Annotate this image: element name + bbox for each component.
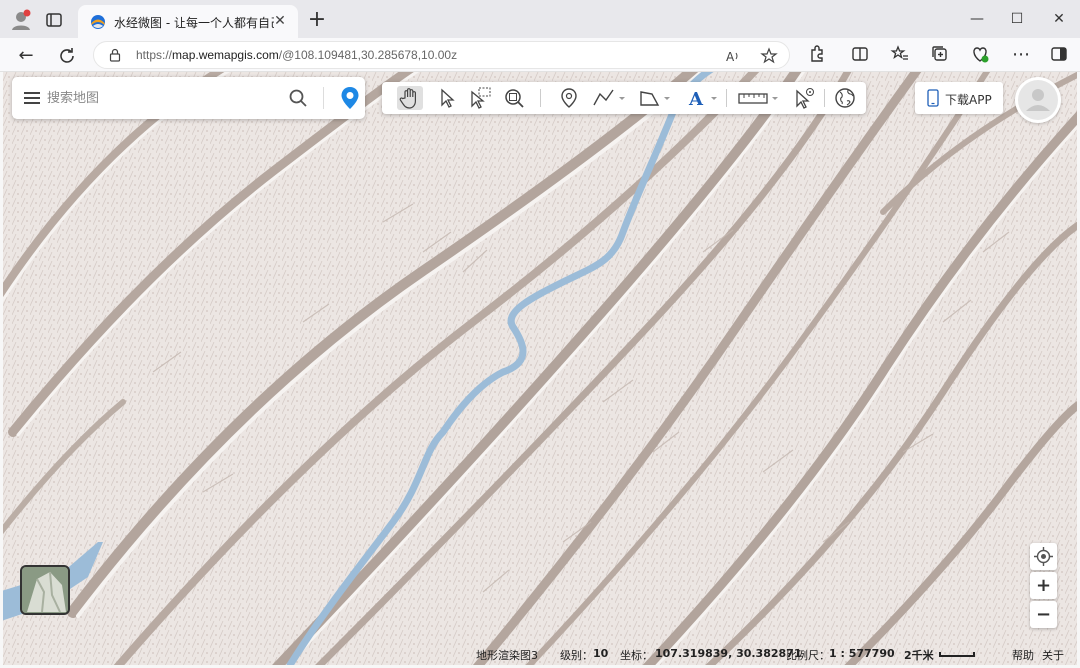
zoom-in-button[interactable]: +: [1030, 572, 1057, 599]
polygon-icon: [640, 91, 670, 106]
locate-me-button[interactable]: [1030, 543, 1057, 570]
browser-tab-bar: 水经微图 - 让每一个人都有自己的 ✕ + — ☐ ✕: [0, 0, 1080, 38]
minimize-button[interactable]: —: [962, 8, 992, 30]
refresh-icon[interactable]: [55, 44, 79, 68]
extensions-icon[interactable]: [807, 44, 827, 64]
more-menu-icon[interactable]: ⋯: [1009, 43, 1033, 67]
url-text: https://map.wemapgis.com/@108.109481,30.…: [136, 48, 458, 62]
toolbar-divider: [540, 89, 541, 107]
svg-text:A: A: [726, 50, 735, 64]
tab-actions-icon[interactable]: [44, 10, 64, 30]
help-link[interactable]: 帮助: [1012, 647, 1034, 663]
close-window-button[interactable]: ✕: [1044, 8, 1074, 30]
pointer-info-icon: [796, 88, 814, 109]
box-select-icon: [471, 87, 491, 109]
polygon-tool-button[interactable]: [638, 86, 672, 110]
back-button[interactable]: ←: [14, 44, 38, 68]
marker-tool-button[interactable]: [558, 86, 580, 110]
about-link[interactable]: 关于: [1042, 647, 1064, 663]
download-app-label: 下载APP: [945, 93, 992, 107]
scale-label: 比例尺：: [786, 649, 830, 662]
scale-value: 1 : 577790: [829, 647, 895, 660]
map-status-bar: 地形渲染图3 级别： 10 坐标： 107.319839, 30.382871 …: [3, 640, 1077, 665]
address-input[interactable]: https://map.wemapgis.com/@108.109481,30.…: [93, 41, 790, 69]
location-pin-icon[interactable]: [340, 86, 360, 110]
scale-bar-label: 2千米: [904, 649, 934, 662]
new-tab-button[interactable]: +: [306, 9, 328, 32]
favorites-icon[interactable]: [890, 44, 910, 64]
globe-tool-button[interactable]: [833, 86, 857, 110]
ruler-icon: [738, 93, 778, 104]
terrain-map[interactable]: [3, 72, 1077, 665]
download-app-button[interactable]: 下载APP: [915, 82, 1003, 114]
map-search-input[interactable]: [47, 87, 267, 109]
user-avatar[interactable]: [1015, 77, 1061, 123]
globe-icon: [835, 88, 855, 108]
menu-icon[interactable]: [24, 91, 40, 105]
zoom-out-button[interactable]: −: [1030, 601, 1057, 628]
site-favicon-icon: [91, 15, 105, 29]
text-icon: A: [688, 89, 717, 110]
browser-essentials-icon[interactable]: [970, 44, 990, 64]
pan-icon: [399, 88, 416, 109]
split-screen-icon[interactable]: [850, 44, 870, 64]
collections-icon[interactable]: [930, 44, 950, 64]
phone-icon: [927, 89, 939, 107]
select-tool-button[interactable]: [436, 86, 458, 110]
basemap-switcher[interactable]: [20, 565, 70, 615]
level-value: 10: [593, 647, 609, 660]
terrain-relief: [3, 72, 1077, 665]
marker-icon: [561, 88, 577, 108]
browser-tab[interactable]: 水经微图 - 让每一个人都有自己的 ✕: [78, 5, 298, 38]
search-divider: [323, 87, 324, 109]
pan-tool-button[interactable]: [397, 86, 423, 110]
ruler-tool-button[interactable]: [736, 86, 780, 110]
zoom-box-tool-button[interactable]: [502, 86, 526, 110]
box-select-tool-button[interactable]: [468, 86, 492, 110]
toolbar-divider: [726, 89, 727, 107]
polyline-tool-button[interactable]: [591, 86, 627, 110]
tab-close-icon[interactable]: ✕: [272, 13, 288, 29]
scale-bar: [939, 652, 975, 657]
sidebar-toggle-icon[interactable]: [1049, 44, 1069, 64]
svg-text:A: A: [688, 89, 704, 110]
info-pointer-tool-button[interactable]: [792, 86, 816, 110]
favorite-star-icon[interactable]: [760, 47, 778, 65]
text-tool-button[interactable]: A: [686, 86, 720, 110]
toolbar-divider: [824, 89, 825, 107]
lock-icon[interactable]: [108, 48, 122, 62]
coord-value: 107.319839, 30.382871: [655, 647, 802, 660]
user-icon: [1018, 80, 1058, 120]
select-icon: [441, 88, 455, 108]
search-icon[interactable]: [288, 88, 308, 108]
level-label: 级别：: [560, 649, 593, 662]
tab-title: 水经微图 - 让每一个人都有自己的: [114, 16, 274, 30]
terrain-thumbnail-icon: [22, 567, 68, 613]
profile-icon[interactable]: [10, 9, 32, 31]
map-search-box: [12, 77, 365, 119]
layer-name: 地形渲染图3: [476, 649, 538, 662]
map-toolbar: A: [382, 82, 866, 114]
coord-label: 坐标：: [620, 649, 653, 662]
crosshair-icon: [1034, 547, 1053, 566]
address-bar-row: ← https://map.wemapgis.com/@108.109481,3…: [0, 38, 1080, 72]
zoom-box-icon: [505, 89, 524, 108]
polyline-icon: [593, 89, 625, 106]
read-aloud-icon[interactable]: A: [724, 47, 742, 65]
maximize-button[interactable]: ☐: [1002, 8, 1032, 30]
